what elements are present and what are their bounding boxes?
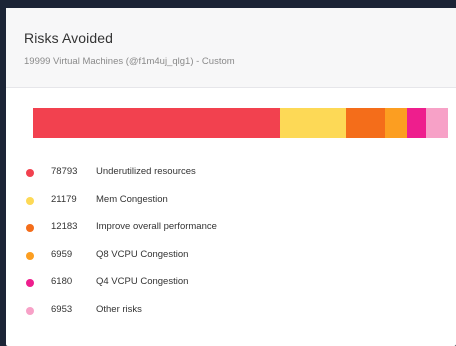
legend-dot-icon xyxy=(26,169,34,177)
card-title: Risks Avoided xyxy=(24,30,113,46)
legend-value: 21179 xyxy=(51,193,77,205)
card-header: Risks Avoided 19999 Virtual Machines (@f… xyxy=(6,8,456,88)
legend-item[interactable]: 21179 Mem Congestion xyxy=(26,192,446,220)
legend-dot-icon xyxy=(26,279,34,287)
legend-dot-icon xyxy=(26,306,34,315)
risks-avoided-card: Risks Avoided 19999 Virtual Machines (@f… xyxy=(6,8,456,346)
legend-item[interactable]: 6180 Q4 VCPU Congestion xyxy=(26,274,446,302)
legend-value: 78793 xyxy=(51,166,78,177)
risk-legend: 78793 Underutilized resources 21179 Mem Con… xyxy=(26,164,446,329)
legend-item[interactable]: 12183 Improve overall performance xyxy=(26,219,446,247)
legend-label: Underutilized resources xyxy=(96,166,196,177)
legend-dot-icon xyxy=(26,196,34,205)
bar-segment[interactable] xyxy=(426,108,448,138)
legend-item[interactable]: 78793 Underutilized resources xyxy=(26,164,446,192)
bar-segment[interactable] xyxy=(33,108,280,138)
legend-value: 12183 xyxy=(51,221,78,232)
legend-label: Mem Congestion xyxy=(96,193,168,205)
legend-label: Other risks xyxy=(96,303,142,315)
legend-item[interactable]: 6959 Q8 VCPU Congestion xyxy=(26,247,446,275)
legend-label: Q4 VCPU Congestion xyxy=(96,276,189,287)
legend-value: 6959 xyxy=(51,248,73,260)
bar-segment[interactable] xyxy=(279,108,347,138)
legend-value: 6180 xyxy=(51,276,73,287)
legend-dot-icon xyxy=(26,251,34,260)
bar-segment[interactable] xyxy=(346,108,385,138)
bar-segment[interactable] xyxy=(406,108,427,138)
bar-segment[interactable] xyxy=(384,108,407,138)
stacked-risk-bar xyxy=(33,108,448,138)
legend-label: Improve overall performance xyxy=(96,221,217,232)
card-subtitle: 19999 Virtual Machines (@f1m4uj_qlg1) - … xyxy=(24,56,235,67)
legend-item[interactable]: 6953 Other risks xyxy=(26,302,446,330)
legend-dot-icon xyxy=(26,224,34,232)
legend-label: Q8 VCPU Congestion xyxy=(96,248,189,260)
legend-value: 6953 xyxy=(51,303,73,315)
